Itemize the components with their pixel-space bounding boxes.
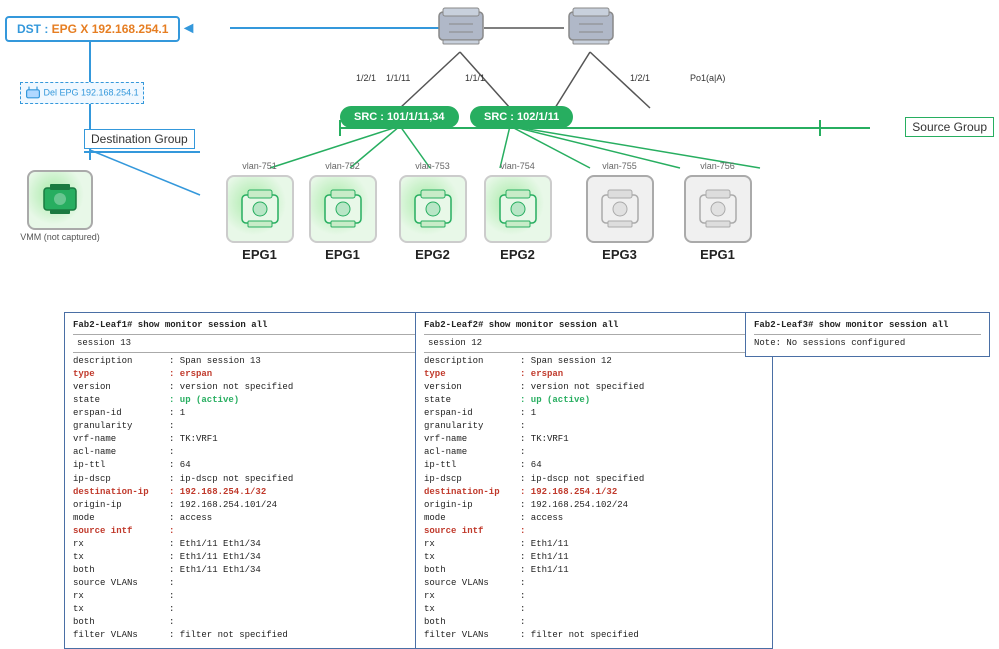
terminal-leaf2-rx: rx: Eth1/11 <box>424 538 764 551</box>
terminal-leaf1-acl: acl-name: <box>73 446 423 459</box>
network-diagram: DST : EPG X 192.168.254.1 ◄ 1/2/1 1/1/11… <box>0 0 999 310</box>
terminal-leaf3-note: Note: No sessions configured <box>754 337 981 350</box>
epg-label-5: EPG3 <box>577 247 662 262</box>
terminal-leaf2-version: version: version not specified <box>424 381 764 394</box>
terminal-leaf1-gran: granularity: <box>73 420 423 433</box>
terminal-leaf1-ttl: ip-ttl: 64 <box>73 459 423 472</box>
vmm-box: VMM (not captured) <box>15 170 105 242</box>
terminal-leaf2-srcintf: source intf: <box>424 525 764 538</box>
epg-node-4: vlan-754 EPG2 <box>475 175 560 262</box>
vlan-label-3: vlan-753 <box>415 161 450 171</box>
terminal-leaf1-filtervlan: filter VLANs: filter not specified <box>73 629 423 642</box>
port-label-2: 1/1/1 <box>465 73 485 83</box>
terminal-leaf1-vlan-rx: rx: <box>73 590 423 603</box>
terminal-leaf2-both: both: Eth1/11 <box>424 564 764 577</box>
dst-epg: EPG X <box>52 22 89 36</box>
epg-node-6: vlan-756 EPG1 <box>675 175 760 262</box>
terminal-leaf1-tx: tx: Eth1/11 Eth1/34 <box>73 551 423 564</box>
epg-label-2: EPG1 <box>300 247 385 262</box>
terminal-leaf2-erspan: erspan-id: 1 <box>424 407 764 420</box>
terminal-leaf1: Fab2-Leaf1# show monitor session all ses… <box>64 312 432 649</box>
terminal-leaf2-srcvlan: source VLANs: <box>424 577 764 590</box>
terminal-leaf1-state: state: up (active) <box>73 394 423 407</box>
terminal-leaf1-vlan-both: both: <box>73 616 423 629</box>
spine-switch-2 <box>565 4 617 53</box>
terminal-leaf2-state: state: up (active) <box>424 394 764 407</box>
vmm-label: VMM (not captured) <box>15 232 105 242</box>
terminal-leaf2-type: type: erspan <box>424 368 764 381</box>
terminal-leaf1-erspan: erspan-id: 1 <box>73 407 423 420</box>
vlan-label-1: vlan-751 <box>242 161 277 171</box>
epg-node-2: vlan-752 EPG1 <box>300 175 385 262</box>
epg-label-4: EPG2 <box>475 247 560 262</box>
terminal-leaf2-cmd: Fab2-Leaf2# show monitor session all <box>424 319 764 332</box>
terminal-leaf1-origip: origin-ip: 192.168.254.101/24 <box>73 499 423 512</box>
terminal-leaf2-dscp: ip-dscp: ip-dscp not specified <box>424 473 764 486</box>
terminal-leaf2-vlan-rx: rx: <box>424 590 764 603</box>
terminal-leaf2-filtervlan: filter VLANs: filter not specified <box>424 629 764 642</box>
terminal-leaf1-rx: rx: Eth1/11 Eth1/34 <box>73 538 423 551</box>
terminal-leaf1-type: type: erspan <box>73 368 423 381</box>
terminal-leaf2-vlan-tx: tx: <box>424 603 764 616</box>
epg-label-6: EPG1 <box>675 247 760 262</box>
terminal-leaf1-cmd: Fab2-Leaf1# show monitor session all <box>73 319 423 332</box>
terminal-leaf2-session: session 12 <box>428 337 764 350</box>
dst-label: DST : <box>17 22 52 36</box>
vlan-label-5: vlan-755 <box>602 161 637 171</box>
connection-lines <box>0 0 999 310</box>
dst-epg-box: DST : EPG X 192.168.254.1 ◄ <box>5 16 180 42</box>
terminal-leaf3-cmd: Fab2-Leaf3# show monitor session all <box>754 319 981 332</box>
terminal-leaf2-tx: tx: Eth1/11 <box>424 551 764 564</box>
terminal-leaf2: Fab2-Leaf2# show monitor session all ses… <box>415 312 773 649</box>
vlan-label-6: vlan-756 <box>700 161 735 171</box>
terminal-leaf2-origip: origin-ip: 192.168.254.102/24 <box>424 499 764 512</box>
terminal-leaf1-both: both: Eth1/11 Eth1/34 <box>73 564 423 577</box>
epg-label-3: EPG2 <box>390 247 475 262</box>
source-group-label: Source Group <box>905 117 994 137</box>
terminal-leaf1-vrf: vrf-name: TK:VRF1 <box>73 433 423 446</box>
terminal-leaf1-srcvlan: source VLANs: <box>73 577 423 590</box>
epg-node-1: vlan-751 EPG1 <box>217 175 302 262</box>
dst-epg-indicator: Del EPG 192.168.254.1 <box>20 82 144 104</box>
terminal-leaf2-acl: acl-name: <box>424 446 764 459</box>
epg-node-3: vlan-753 EPG2 <box>390 175 475 262</box>
terminal-leaf3: Fab2-Leaf3# show monitor session all Not… <box>745 312 990 357</box>
terminal-leaf1-dscp: ip-dscp: ip-dscp not specified <box>73 473 423 486</box>
terminal-leaf1-session: session 13 <box>77 337 423 350</box>
destination-group-label: Destination Group <box>84 129 195 149</box>
terminal-leaf1-mode: mode: access <box>73 512 423 525</box>
spine-switch-1 <box>435 4 487 53</box>
port-label-1: 1/1/11 <box>386 73 410 83</box>
terminal-leaf2-mode: mode: access <box>424 512 764 525</box>
terminal-leaf2-vrf: vrf-name: TK:VRF1 <box>424 433 764 446</box>
vlan-label-2: vlan-752 <box>325 161 360 171</box>
vlan-label-4: vlan-754 <box>500 161 535 171</box>
terminal-leaf2-vlan-both: both: <box>424 616 764 629</box>
terminal-leaf1-dstip: destination-ip: 192.168.254.1/32 <box>73 486 423 499</box>
terminal-leaf2-desc: description: Span session 12 <box>424 355 764 368</box>
dst-arrow: ◄ <box>181 20 197 38</box>
port-label-4: Po1(a|A) <box>690 73 725 83</box>
port-label-0: 1/2/1 <box>356 73 376 83</box>
terminal-leaf2-ttl: ip-ttl: 64 <box>424 459 764 472</box>
port-label-3: 1/2/1 <box>630 73 650 83</box>
terminal-leaf2-dstip: destination-ip: 192.168.254.1/32 <box>424 486 764 499</box>
terminal-leaf1-version: version: version not specified <box>73 381 423 394</box>
terminal-leaf2-gran: granularity: <box>424 420 764 433</box>
epg-label-1: EPG1 <box>217 247 302 262</box>
epg-node-5: vlan-755 EPG3 <box>577 175 662 262</box>
terminal-leaf1-vlan-tx: tx: <box>73 603 423 616</box>
dst-ip: 192.168.254.1 <box>92 22 169 36</box>
src-box-1: SRC : 101/1/11,34 <box>340 106 459 128</box>
terminal-leaf1-srcintf: source intf: <box>73 525 423 538</box>
src-box-2: SRC : 102/1/11 <box>470 106 573 128</box>
terminal-leaf1-desc: description: Span session 13 <box>73 355 423 368</box>
